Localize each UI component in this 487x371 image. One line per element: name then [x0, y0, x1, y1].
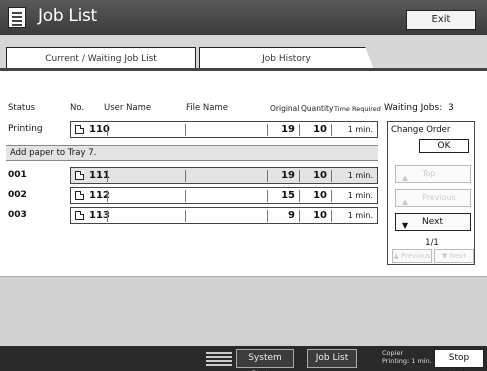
footer-bar: System Status Job List Copier Printing: … — [0, 346, 487, 371]
up-arrow-icon: ▲ — [402, 173, 409, 182]
tab-current-waiting[interactable]: Current / Waiting Job List — [6, 47, 196, 70]
up-arrow-icon: ▲ — [402, 197, 409, 206]
col-header-time-required: Time Required — [334, 105, 381, 113]
tab-job-history[interactable]: Job History — [199, 47, 374, 70]
time-required: 1 min. — [347, 171, 373, 180]
col-header-status: Status — [8, 103, 36, 113]
table-row[interactable]: 110 19 10 1 min. — [70, 121, 378, 138]
original-count: 15 — [281, 190, 295, 201]
previous-button[interactable]: ▲ Previous — [395, 189, 471, 207]
paper-warning-message: Add paper to Tray 7. — [6, 145, 378, 161]
quantity-count: 10 — [313, 190, 327, 201]
top-button[interactable]: ▲ Top — [395, 165, 471, 183]
job-list-button[interactable]: Job List — [307, 349, 357, 368]
row-status: Printing — [8, 124, 43, 134]
time-required: 1 min. — [347, 125, 373, 134]
page-title: Job List — [38, 6, 97, 26]
change-order-label: Change Order — [391, 125, 451, 135]
lower-area — [0, 276, 487, 346]
page-next-button[interactable]: ▼ Next — [434, 249, 474, 263]
col-header-original: Original — [270, 104, 300, 113]
document-icon — [75, 211, 84, 220]
stop-printing-button[interactable]: Stop Printing — [434, 349, 484, 371]
quantity-count: 10 — [313, 210, 327, 221]
original-count: 9 — [288, 210, 295, 221]
document-icon — [75, 171, 84, 180]
quantity-count: 10 — [313, 170, 327, 181]
original-count: 19 — [281, 170, 295, 181]
table-row[interactable]: 111 19 10 1 min. — [70, 167, 378, 184]
table-row[interactable]: 113 9 10 1 min. — [70, 207, 378, 224]
document-icon — [75, 125, 84, 134]
col-header-no: No. — [70, 103, 85, 113]
row-status: 002 — [8, 190, 27, 200]
time-required: 1 min. — [347, 211, 373, 220]
job-list-icon — [8, 7, 26, 28]
document-icon — [75, 191, 84, 200]
printer-status-icon — [206, 350, 232, 366]
down-arrow-icon: ▼ — [402, 221, 409, 230]
system-status-button[interactable]: System Status — [236, 349, 294, 371]
waiting-count: 3 — [447, 103, 454, 113]
ok-button[interactable]: OK — [419, 139, 469, 153]
row-status: 001 — [8, 170, 27, 180]
page-indicator: 1/1 — [425, 238, 439, 248]
original-count: 19 — [281, 124, 295, 135]
waiting-jobs: Waiting Jobs: 3 — [384, 103, 454, 113]
col-header-quantity: Quantity — [301, 104, 334, 113]
exit-button[interactable]: Exit — [406, 10, 476, 30]
page-previous-button[interactable]: ▲ Previous — [392, 249, 432, 263]
machine-status: Copier Printing: 1 min. — [382, 349, 432, 365]
table-row[interactable]: 112 15 10 1 min. — [70, 187, 378, 204]
title-bar: Job List Exit — [0, 0, 487, 35]
col-header-file-name: File Name — [186, 103, 229, 113]
time-required: 1 min. — [347, 191, 373, 200]
quantity-count: 10 — [313, 124, 327, 135]
next-button[interactable]: ▼ Next — [395, 213, 471, 231]
col-header-user-name: User Name — [104, 103, 152, 113]
change-order-panel: Change Order OK ▲ Top ▲ Previous ▼ Next 1/1… — [387, 121, 475, 265]
row-status: 003 — [8, 210, 27, 220]
